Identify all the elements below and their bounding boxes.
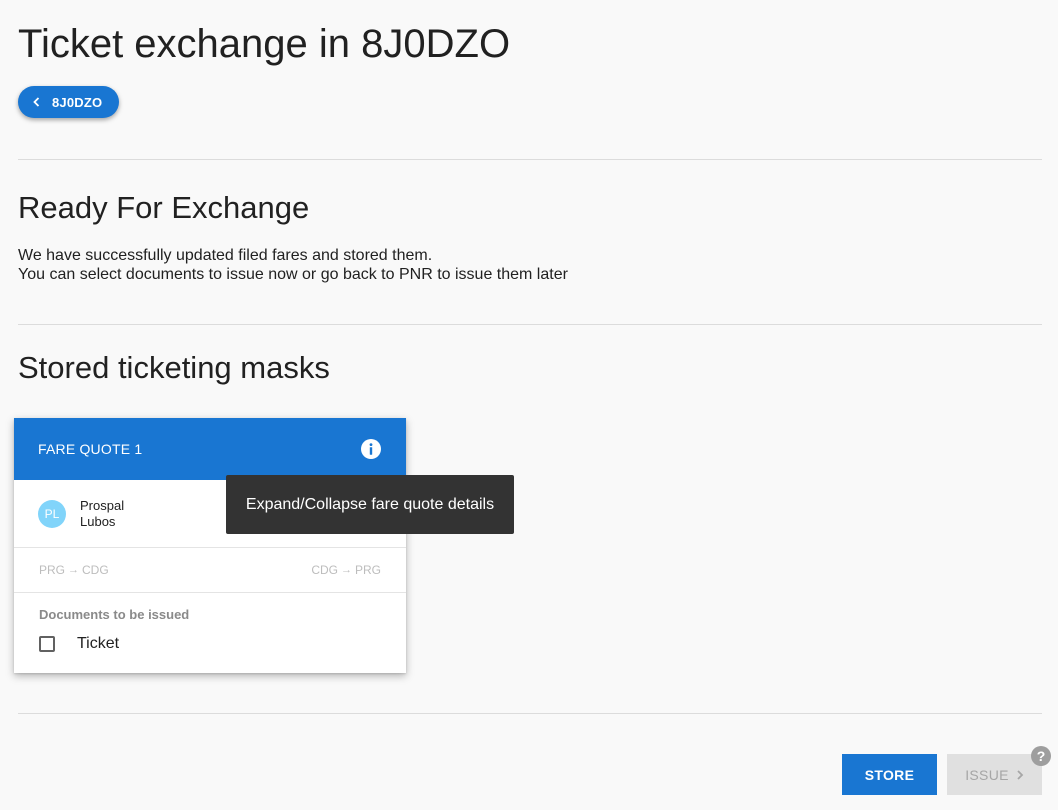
back-to-pnr-button[interactable]: 8J0DZO (18, 86, 119, 118)
documents-section: Documents to be issued Ticket (14, 593, 406, 653)
route-outbound: PRG → CDG (39, 563, 109, 577)
store-button[interactable]: STORE (842, 754, 937, 795)
documents-label: Documents to be issued (39, 607, 190, 622)
passenger-first-name: Lubos (80, 513, 116, 529)
avatar: PL (38, 499, 66, 528)
passenger-name: Prospal Lubos (80, 498, 124, 530)
fare-quote-title: FARE QUOTE 1 (38, 441, 143, 457)
ready-description-line-2: You can select documents to issue now or… (18, 266, 568, 283)
chevron-left-icon (33, 97, 40, 107)
issue-button[interactable]: ISSUE (947, 754, 1042, 795)
info-icon[interactable] (360, 438, 382, 460)
passenger-last-name: Prospal (80, 497, 125, 513)
back-button-label: 8J0DZO (52, 94, 103, 110)
masks-title: Stored ticketing masks (18, 350, 330, 385)
fare-quote-header: FARE QUOTE 1 (14, 418, 406, 480)
arrow-right-icon: → (68, 564, 80, 576)
arrow-right-icon: → (340, 564, 352, 576)
route-destination: PRG (354, 563, 381, 577)
fare-quote-card: FARE QUOTE 1 PL Prospal Lubos PRG → CDG … (14, 418, 406, 673)
route-origin: PRG (39, 563, 66, 577)
route-return: CDG → PRG (311, 563, 381, 577)
issue-button-label: ISSUE (965, 766, 1009, 783)
route-origin: CDG (311, 563, 338, 577)
chevron-right-icon (1017, 769, 1024, 780)
document-item-ticket[interactable]: Ticket (39, 635, 381, 653)
ready-description: We have successfully updated filed fares… (18, 246, 568, 284)
ready-description-line-1: We have successfully updated filed fares… (18, 247, 433, 264)
route-row: PRG → CDG CDG → PRG (14, 548, 406, 593)
ready-title: Ready For Exchange (18, 190, 310, 225)
document-label: Ticket (77, 635, 120, 652)
divider (18, 324, 1042, 325)
route-destination: CDG (82, 563, 109, 577)
page-title: Ticket exchange in 8J0DZO (18, 22, 511, 66)
divider (18, 159, 1042, 160)
help-icon[interactable]: ? (1031, 746, 1051, 766)
divider (18, 713, 1042, 714)
ticket-checkbox[interactable] (39, 636, 55, 652)
tooltip: Expand/Collapse fare quote details (226, 475, 514, 534)
